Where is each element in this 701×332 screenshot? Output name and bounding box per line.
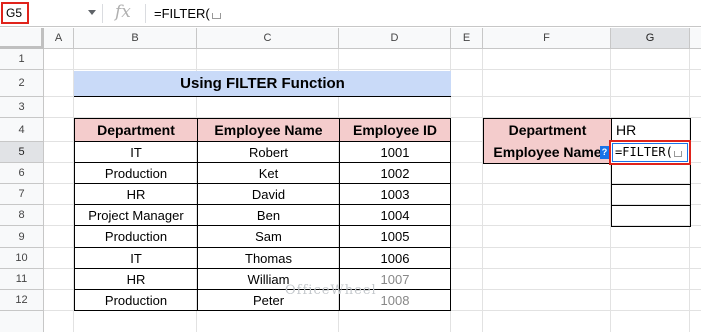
row-header-10[interactable]: 10 xyxy=(0,248,44,269)
table-cell[interactable]: IT xyxy=(74,248,198,269)
result-cell[interactable] xyxy=(611,163,691,185)
divider xyxy=(145,4,146,23)
criteria-department-value[interactable]: HR xyxy=(611,118,691,142)
column-header-c[interactable]: C xyxy=(197,28,339,49)
table-cell[interactable]: Production xyxy=(74,163,198,184)
result-cell[interactable] xyxy=(611,205,691,227)
fx-icon: fx xyxy=(115,2,131,22)
column-header-f[interactable]: F xyxy=(483,28,611,49)
table-cell[interactable]: IT xyxy=(74,142,198,163)
formula-text: =FILTER( xyxy=(154,6,210,21)
table-header-department: Department xyxy=(74,118,198,142)
table-cell[interactable]: Production xyxy=(74,226,198,248)
table-cell[interactable]: Thomas xyxy=(197,248,340,269)
row-header-4[interactable]: 4 xyxy=(0,118,44,142)
page-title: Using FILTER Function xyxy=(74,71,451,97)
row-header-3[interactable]: 3 xyxy=(0,97,44,118)
table-cell[interactable]: Production xyxy=(74,290,198,311)
table-cell[interactable]: 1006 xyxy=(339,248,451,269)
row-header-13[interactable] xyxy=(0,311,44,332)
column-header-g[interactable]: G xyxy=(611,28,690,49)
row-header-9[interactable]: 9 xyxy=(0,226,44,248)
column-header-b[interactable]: B xyxy=(74,28,197,49)
row-header-7[interactable]: 7 xyxy=(0,184,44,205)
table-cell[interactable]: Sam xyxy=(197,226,340,248)
column-header-a[interactable]: A xyxy=(44,28,74,49)
row-header-8[interactable]: 8 xyxy=(0,205,44,226)
range-placeholder-icon xyxy=(673,151,682,157)
criteria-department-label: Department xyxy=(483,118,612,142)
range-placeholder-icon xyxy=(211,13,221,19)
table-cell[interactable]: 1004 xyxy=(339,205,451,226)
chevron-down-icon[interactable] xyxy=(88,10,96,15)
row-header-1[interactable]: 1 xyxy=(0,49,44,70)
column-header-h[interactable] xyxy=(690,28,701,49)
table-cell[interactable]: 1002 xyxy=(339,163,451,184)
column-header-e[interactable]: E xyxy=(451,28,483,49)
table-cell[interactable]: David xyxy=(197,184,340,205)
table-cell[interactable]: HR xyxy=(74,269,198,290)
select-all-corner[interactable] xyxy=(0,28,44,49)
formula-help-icon[interactable]: ? xyxy=(600,146,609,159)
row-header-12[interactable]: 12 xyxy=(0,290,44,311)
table-cell[interactable]: 1003 xyxy=(339,184,451,205)
table-cell[interactable]: 1005 xyxy=(339,226,451,248)
table-cell[interactable]: HR xyxy=(74,184,198,205)
result-cell[interactable] xyxy=(611,184,691,206)
formula-bar: G5 fx =FILTER( xyxy=(0,0,701,27)
watermark: OfficeWheel xyxy=(285,283,377,298)
criteria-employee-name-label: Employee Name xyxy=(483,141,612,164)
table-cell[interactable]: Ben xyxy=(197,205,340,226)
table-header-employee-name: Employee Name xyxy=(197,118,340,142)
active-cell-g5[interactable]: =FILTER( xyxy=(609,140,691,165)
row-header-5[interactable]: 5 xyxy=(0,142,44,163)
column-header-d[interactable]: D xyxy=(339,28,451,49)
row-header-6[interactable]: 6 xyxy=(0,163,44,184)
cell-formula-text: =FILTER( xyxy=(615,145,682,159)
table-header-employee-id: Employee ID xyxy=(339,118,451,142)
table-cell[interactable]: 1001 xyxy=(339,142,451,163)
row-header-11[interactable]: 11 xyxy=(0,269,44,290)
table-cell[interactable]: Project Manager xyxy=(74,205,198,226)
name-box[interactable]: G5 xyxy=(1,2,29,24)
divider xyxy=(102,4,103,23)
row-header-2[interactable]: 2 xyxy=(0,70,44,97)
formula-input[interactable]: =FILTER( xyxy=(154,6,221,21)
table-cell[interactable]: Ket xyxy=(197,163,340,184)
table-cell[interactable]: Robert xyxy=(197,142,340,163)
